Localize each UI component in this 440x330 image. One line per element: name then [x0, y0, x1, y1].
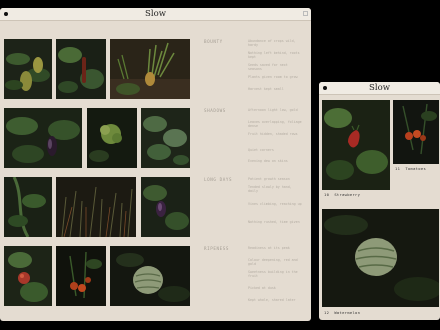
section-note: Harvest kept small	[248, 87, 284, 91]
caption-watermelon: 12 Watermelon	[324, 310, 361, 315]
section-note: Colour deepening, red and gold	[248, 258, 298, 267]
window-title: Slow	[145, 9, 166, 19]
caption-strawberry: 10 Strawberry	[324, 192, 361, 197]
photo-tile[interactable]	[141, 108, 190, 168]
section-note: Tended slowly by hand, daily	[248, 185, 292, 194]
photo-tile[interactable]	[4, 39, 52, 99]
section-note: Patient growth season	[248, 177, 290, 181]
section-title-bounty: Bounty	[204, 39, 223, 44]
section-note: Quiet corners	[248, 148, 274, 152]
section-title-long-days: Long Days	[204, 177, 233, 182]
title-bar: Slow	[319, 82, 440, 95]
photo-tile[interactable]	[56, 39, 106, 99]
section-note: Evening dew on skins	[248, 159, 288, 163]
section-title-ripeness: Ripeness	[204, 246, 229, 251]
photo-tile[interactable]	[141, 177, 190, 237]
photo-tile-watermelon[interactable]	[322, 209, 439, 307]
photo-tile[interactable]	[110, 246, 190, 306]
close-icon[interactable]	[303, 11, 308, 16]
section-note: Readiness at its peak	[248, 246, 290, 250]
section-note: Leaves overlapping, foliage dense	[248, 120, 302, 129]
section-note: Sweetness building in the fruit	[248, 270, 298, 279]
section-note: Picked at dusk	[248, 286, 276, 290]
title-bar: Slow	[0, 8, 311, 21]
section-note: Kept whole, shared later	[248, 298, 296, 302]
photo-tile[interactable]	[87, 108, 137, 168]
section-title-shadows: Shadows	[204, 108, 226, 113]
section-note: Fruit hidden, shaded rows	[248, 132, 298, 136]
photo-tile[interactable]	[56, 177, 136, 237]
section-note: Abundance of crops wild, hardy	[248, 39, 296, 48]
section-note: Plants given room to grow	[248, 75, 298, 79]
caption-tomatoes: 11 Tomatoes	[395, 166, 427, 171]
section-note: Nothing left behind, roots kept	[248, 51, 300, 60]
window-title: Slow	[369, 83, 390, 93]
photo-tile[interactable]	[4, 108, 82, 168]
photo-tile[interactable]	[56, 246, 106, 306]
side-window: Slow 10 Strawberry 11 Tomatoes 12 Waterm…	[319, 82, 440, 320]
photo-tile[interactable]	[4, 246, 52, 306]
photo-tile-strawberry[interactable]	[322, 100, 390, 190]
photo-tile-tomatoes[interactable]	[393, 100, 439, 164]
section-note: Vines climbing, reaching up	[248, 202, 302, 206]
photo-tile[interactable]	[110, 39, 190, 99]
main-window: Slow Bounty Abundance of crops wild,	[0, 8, 311, 321]
section-note: Afternoon light low, gold	[248, 108, 298, 112]
photo-tile[interactable]	[4, 177, 52, 237]
section-note: Nothing rushed, time given	[248, 220, 300, 224]
section-note: Seeds saved for next seasons	[248, 63, 288, 72]
